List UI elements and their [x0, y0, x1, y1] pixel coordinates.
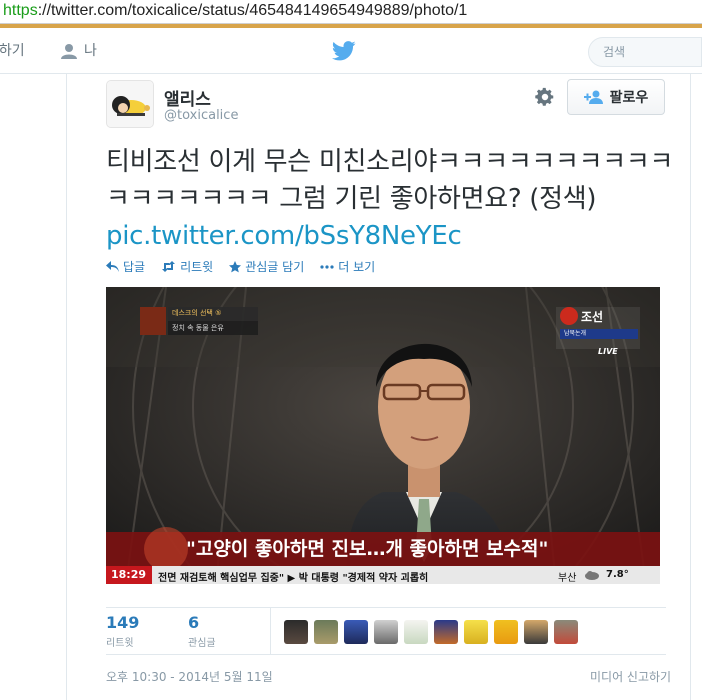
media-ticker-weather: 부산 — [558, 573, 577, 584]
more-label: 더 보기 — [338, 260, 376, 274]
report-media-link[interactable]: 미디어 신고하기 — [590, 668, 671, 685]
tweet-photo[interactable]: 데스크의 선택 ⑤ 정치 속 동물 은유 조선 남북논개 LIVE "고양이 좋… — [106, 287, 660, 584]
nav-home-label: 홈하기 — [0, 43, 25, 59]
search-placeholder: 검색 — [603, 45, 626, 59]
user-display-name[interactable]: 앨리스 — [164, 85, 211, 110]
avatar-cartoon-image — [107, 81, 153, 127]
url-text: ://twitter.com/toxicalice/status/4654841… — [37, 2, 468, 19]
favorite-action[interactable]: 관심글 담기 — [229, 258, 304, 275]
retweet-icon — [162, 261, 176, 272]
media-ticker-temp: 7.8° — [606, 569, 629, 580]
follow-user-plus-icon — [583, 90, 603, 104]
stats-divider — [270, 608, 271, 654]
reply-action[interactable]: 답글 — [106, 258, 145, 275]
media-ticker-time: 18:29 — [111, 568, 147, 581]
follow-button[interactable]: 팔로우 — [567, 79, 665, 115]
search-input[interactable]: 검색 — [588, 37, 702, 67]
favoriter-avatar[interactable] — [404, 620, 428, 644]
media-ticker-text: 전면 재검토해 핵심업무 집중" ▶ 박 대통령 "경제적 약자 괴롭히 — [158, 573, 429, 584]
weather-cloud-icon — [585, 571, 599, 580]
reply-icon — [106, 261, 119, 272]
retweet-count-label: 리트윗 — [106, 638, 134, 649]
star-icon — [229, 260, 242, 272]
favoriter-avatar[interactable] — [284, 620, 308, 644]
twitter-bird-icon[interactable] — [332, 40, 356, 62]
media-top-tag-sub: 정치 속 동물 은유 — [172, 324, 224, 332]
tweet-text: 티비조선 이게 무슨 미친소리야ㅋㅋㅋㅋㅋㅋㅋㅋㅋㅋㅋㅋㅋㅋㅋㅋㅋ 그럼 기린 … — [106, 144, 686, 255]
favoriter-avatar[interactable] — [494, 620, 518, 644]
favoriter-avatar[interactable] — [314, 620, 338, 644]
favoriter-avatar[interactable] — [344, 620, 368, 644]
media-top-tag: 데스크의 선택 ⑤ — [172, 309, 222, 317]
favorite-stat[interactable]: 6 관심글 — [188, 613, 216, 650]
user-icon — [61, 44, 77, 59]
media-headline-caption: "고양이 좋아하면 진보…개 좋아하면 보수적" — [186, 538, 549, 560]
favoriter-avatar[interactable] — [554, 620, 578, 644]
more-dots-icon — [320, 264, 334, 269]
tweet-media-link[interactable]: pic.twitter.com/bSsY8NeYEc — [106, 221, 462, 251]
content-right-border — [690, 74, 691, 700]
address-bar[interactable]: https://twitter.com/toxicalice/status/46… — [0, 0, 702, 24]
nav-home[interactable]: 홈하기 — [0, 41, 25, 61]
favoriter-avatar[interactable] — [464, 620, 488, 644]
favoriter-avatar[interactable] — [374, 620, 398, 644]
media-channel-logo: 조선 — [581, 310, 604, 324]
favorite-count: 6 — [188, 613, 200, 632]
tweet-timestamp[interactable]: 오후 10:30 - 2014년 5월 11일 — [106, 668, 273, 685]
retweet-action[interactable]: 리트윗 — [161, 258, 213, 275]
avatar[interactable] — [106, 80, 154, 128]
nav-me-label: 나 — [84, 43, 97, 59]
content-left-border — [66, 74, 67, 700]
tweet-body: 티비조선 이게 무슨 미친소리야ㅋㅋㅋㅋㅋㅋㅋㅋㅋㅋㅋㅋㅋㅋㅋㅋㅋ 그럼 기린 … — [106, 147, 674, 214]
retweet-count: 149 — [106, 613, 140, 632]
nav-me[interactable]: 나 — [60, 41, 97, 61]
media-channel-sub: 남북논개 — [564, 330, 587, 337]
more-action[interactable]: 더 보기 — [320, 258, 375, 275]
reply-label: 답글 — [123, 260, 146, 274]
retweet-label: 리트윗 — [180, 260, 214, 274]
favorite-count-label: 관심글 — [188, 638, 216, 649]
favoriter-avatar[interactable] — [434, 620, 458, 644]
tweet-actions: 답글 리트윗 관심글 담기 더 보기 — [106, 258, 375, 275]
favorite-label: 관심글 담기 — [245, 260, 305, 274]
follow-button-label: 팔로우 — [609, 90, 649, 106]
favoriter-avatars — [284, 620, 578, 644]
media-live-label: LIVE — [598, 347, 618, 356]
gear-icon[interactable] — [534, 86, 556, 108]
favoriter-avatar[interactable] — [524, 620, 548, 644]
retweet-stat[interactable]: 149 리트윗 — [106, 613, 140, 650]
url-protocol: https — [3, 2, 38, 19]
user-handle[interactable]: @toxicalice — [164, 108, 238, 123]
tweet-stats: 149 리트윗 6 관심글 — [106, 607, 666, 655]
